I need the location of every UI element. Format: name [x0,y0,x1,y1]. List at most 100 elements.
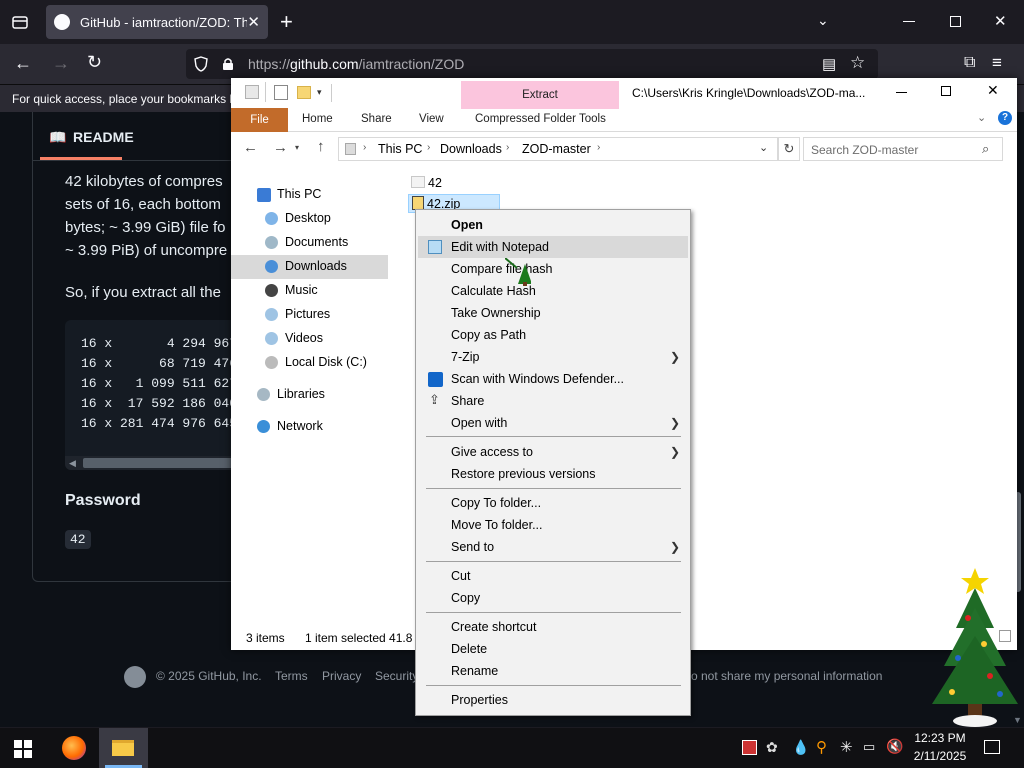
sidebar-item-local-disk[interactable]: Local Disk (C:) [285,355,367,369]
tray-settings-icon[interactable]: ✿ [766,739,778,756]
network-tray-icon[interactable]: ▭ [863,739,875,755]
menu-item-copy[interactable]: Copy [418,587,688,609]
tray-drop-icon[interactable]: 💧 [792,739,809,756]
menu-item-scan-defender[interactable]: Scan with Windows Defender... [418,368,688,390]
search-icon[interactable]: ⌕ [982,141,989,157]
breadcrumb-separator-icon[interactable]: › [597,142,600,153]
menu-item-7-zip[interactable]: 7-Zip ❯ [418,346,688,368]
code-scrollbar[interactable]: ◀ [65,456,235,470]
footer-link-privacy-choices[interactable]: o not share my personal information [691,669,882,683]
firefox-icon[interactable] [62,736,86,760]
menu-item-restore-previous-versions[interactable]: Restore previous versions [418,463,688,485]
footer-link-privacy[interactable]: Privacy [322,669,361,683]
address-dropdown-icon[interactable]: ⌄ [759,141,768,154]
menu-item-take-ownership[interactable]: Take Ownership [418,302,688,324]
new-folder-icon[interactable] [297,86,311,99]
menu-item-compare-file-hash[interactable]: Compare file hash [418,258,688,280]
ribbon-tab-home[interactable]: Home [302,113,333,125]
code-scrollbar-thumb[interactable] [83,458,233,468]
sidebar-item-libraries[interactable]: Libraries [277,387,325,401]
volume-muted-icon[interactable]: 🔇 [886,738,903,755]
notification-center-icon[interactable] [984,740,1000,754]
ribbon-tab-file[interactable]: File [231,108,288,132]
tab-overview-icon[interactable] [10,12,30,32]
menu-item-calculate-hash[interactable]: Calculate Hash [418,280,688,302]
properties-icon[interactable] [274,85,288,100]
search-box[interactable]: Search ZOD-master ⌕ [803,137,1003,161]
breadcrumb-separator-icon[interactable]: › [506,142,509,153]
extensions-icon[interactable]: ⧉ [964,54,975,72]
address-bar[interactable]: › This PC › Downloads › ZOD-master › ⌄ [338,137,778,161]
reader-view-icon[interactable]: ▤ [822,55,836,73]
sidebar-item-desktop[interactable]: Desktop [285,211,331,225]
menu-item-open[interactable]: Open [418,214,688,236]
menu-item-share[interactable]: ⇪ Share [418,390,688,412]
sidebar-item-downloads[interactable]: Downloads [285,259,347,273]
taskbar-explorer-button[interactable] [99,728,148,768]
github-logo-icon[interactable] [124,666,146,688]
help-icon[interactable]: ? [998,111,1012,125]
bookmark-star-icon[interactable]: ☆ [850,53,865,73]
menu-item-send-to[interactable]: Send to ❯ [418,536,688,558]
breadcrumb-downloads[interactable]: Downloads [440,142,502,156]
tray-app-icon[interactable] [742,740,757,755]
readme-tab[interactable]: README [73,129,134,145]
menu-item-edit-with-notepad[interactable]: Edit with Notepad [418,236,688,258]
menu-item-create-shortcut[interactable]: Create shortcut [418,616,688,638]
explorer-back-icon[interactable]: ← [243,139,258,156]
sidebar-item-videos[interactable]: Videos [285,331,323,345]
menu-item-delete[interactable]: Delete [418,638,688,660]
back-arrow-icon[interactable]: ← [14,53,32,74]
recent-locations-icon[interactable]: ▾ [295,143,299,152]
qat-dropdown-icon[interactable]: ▾ [317,87,322,98]
sidebar-item-this-pc[interactable]: This PC [277,187,321,201]
menu-item-open-with[interactable]: Open with ❯ [418,412,688,434]
footer-link-terms[interactable]: Terms [275,669,308,683]
clock-date[interactable]: 2/11/2025 [910,749,970,763]
up-arrow-icon[interactable]: ↑ [317,138,325,155]
footer-link-security[interactable]: Security [375,669,418,683]
menu-item-copy-to-folder[interactable]: Copy To folder... [418,492,688,514]
list-tabs-chevron-icon[interactable]: ⌄ [817,12,829,29]
tab-close-icon[interactable]: ✕ [247,13,260,31]
window-minimize-button[interactable] [903,21,915,22]
menu-item-rename[interactable]: Rename [418,660,688,682]
window-close-button[interactable]: ✕ [994,12,1007,30]
shield-icon[interactable] [194,56,208,72]
ribbon-tab-view[interactable]: View [419,113,444,125]
tray-search-icon[interactable]: ⚲ [816,738,827,756]
sidebar-item-pictures[interactable]: Pictures [285,307,330,321]
ribbon-tab-share[interactable]: Share [361,113,392,125]
ribbon-tab-compressed-folder-tools[interactable]: Compressed Folder Tools [475,113,606,125]
clock-time[interactable]: 12:23 PM [912,731,968,745]
window-restore-button[interactable] [950,16,961,27]
menu-item-copy-as-path[interactable]: Copy as Path [418,324,688,346]
menu-icon[interactable]: ≡ [992,53,1002,73]
start-windows-icon[interactable] [14,740,32,758]
new-tab-button[interactable]: + [280,9,293,35]
menu-item-cut[interactable]: Cut [418,565,688,587]
menu-item-properties[interactable]: Properties [418,689,688,711]
menu-item-move-to-folder[interactable]: Move To folder... [418,514,688,536]
sidebar-item-music[interactable]: Music [285,283,318,297]
scroll-left-icon[interactable]: ◀ [69,458,76,469]
browser-tab-github[interactable]: GitHub - iamtraction/ZOD: This ✕ [46,5,268,39]
ribbon-expand-chevron-icon[interactable]: ⌄ [977,111,986,124]
explorer-maximize-button[interactable] [941,86,951,96]
file-item-42-folder[interactable]: 42 [428,176,442,190]
forward-arrow-icon[interactable]: → [52,53,70,74]
tray-snowflake-icon[interactable]: ✳ [840,738,853,756]
breadcrumb-zod-master[interactable]: ZOD-master [522,142,591,156]
sidebar-item-documents[interactable]: Documents [285,235,348,249]
breadcrumb-separator-icon[interactable]: › [363,142,366,153]
refresh-icon[interactable]: ↻ [778,137,800,161]
url-bar[interactable]: https://github.com/iamtraction/ZOD ▤ ☆ [186,49,878,79]
breadcrumb-separator-icon[interactable]: › [427,142,430,153]
reload-icon[interactable]: ↻ [87,52,102,73]
menu-item-give-access-to[interactable]: Give access to ❯ [418,441,688,463]
sidebar-item-network[interactable]: Network [277,419,323,433]
explorer-forward-icon[interactable]: → [273,139,288,156]
extract-context-tab[interactable]: Extract [461,81,619,109]
explorer-close-button[interactable]: ✕ [987,82,999,99]
lock-icon[interactable] [222,57,234,71]
